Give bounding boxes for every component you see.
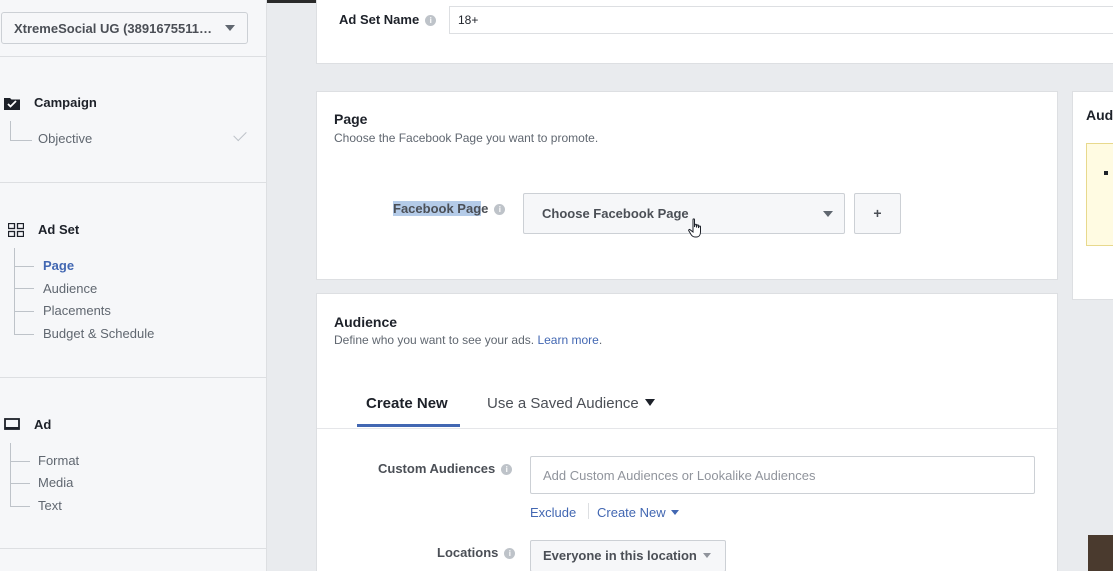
locations-select[interactable]: Everyone in this location xyxy=(530,540,726,571)
info-icon: i xyxy=(501,464,513,476)
tab-saved-audience-label: Use a Saved Audience xyxy=(487,395,639,412)
tree-branch xyxy=(14,311,34,312)
hand-cursor-icon xyxy=(688,218,706,243)
tree-branch xyxy=(10,483,30,484)
tree-branch xyxy=(14,288,34,289)
tabs-divider xyxy=(317,428,1057,429)
active-tab-indicator xyxy=(357,424,460,427)
caret-down-icon xyxy=(644,399,655,406)
page-section-description: Choose the Facebook Page you want to pro… xyxy=(334,131,599,145)
sidebar-item-budget-schedule[interactable]: Budget & Schedule xyxy=(43,326,154,341)
tree-line xyxy=(10,443,11,506)
audience-description-period: . xyxy=(598,333,603,347)
facebook-page-label-highlight: Facebook Pag xyxy=(393,201,482,216)
chevron-down-icon xyxy=(225,25,235,31)
tree-branch xyxy=(10,140,32,141)
sidebar-item-page[interactable]: Page xyxy=(43,258,74,273)
create-new-audience-link[interactable]: Create New xyxy=(597,505,679,520)
facebook-page-label: Facebook Page i xyxy=(393,201,506,216)
add-page-button[interactable]: + xyxy=(854,193,901,234)
audience-size-title: Aud xyxy=(1086,107,1113,123)
sidebar-item-media[interactable]: Media xyxy=(38,475,73,490)
tree-line xyxy=(14,248,15,334)
caret-down-icon xyxy=(702,553,711,558)
audience-description-text: Define who you want to see your ads. xyxy=(334,333,538,347)
bullet-icon xyxy=(1104,171,1108,175)
sidebar-section-campaign[interactable]: Campaign xyxy=(4,95,97,110)
notice-box xyxy=(1086,143,1113,246)
caret-down-icon xyxy=(670,510,679,515)
custom-audiences-label: Custom Audiences i xyxy=(378,461,513,476)
chevron-down-icon xyxy=(823,211,833,217)
adset-title: Ad Set xyxy=(38,222,80,237)
locations-select-value: Everyone in this location xyxy=(543,548,697,563)
page-panel xyxy=(316,91,1058,280)
info-icon: i xyxy=(504,548,516,560)
account-name: XtremeSocial UG (3891675511… xyxy=(14,20,213,36)
sidebar-item-objective[interactable]: Objective xyxy=(38,131,92,146)
sidebar-item-text[interactable]: Text xyxy=(38,498,62,513)
audience-section-title: Audience xyxy=(334,314,398,330)
adset-name-label-text: Ad Set Name xyxy=(339,12,420,27)
sidebar: XtremeSocial UG (3891675511… Campaign Ob… xyxy=(0,0,267,571)
campaign-check-icon xyxy=(4,96,20,110)
tree-line xyxy=(10,121,11,140)
preview-thumbnail xyxy=(1088,535,1113,571)
create-new-audience-text: Create New xyxy=(597,505,666,520)
exclude-link[interactable]: Exclude xyxy=(530,505,576,520)
tree-branch xyxy=(10,506,30,507)
facebook-page-label-rest: e xyxy=(481,201,489,216)
locations-label: Locations i xyxy=(437,545,516,560)
campaign-title: Campaign xyxy=(34,95,97,110)
tab-create-new[interactable]: Create New xyxy=(366,395,448,412)
sidebar-divider xyxy=(0,56,267,57)
adset-name-label: Ad Set Name i xyxy=(339,12,437,27)
sidebar-item-format[interactable]: Format xyxy=(38,453,79,468)
tree-branch xyxy=(14,334,34,335)
sidebar-item-placements[interactable]: Placements xyxy=(43,303,111,318)
sidebar-divider xyxy=(0,548,267,549)
locations-label-text: Locations xyxy=(437,545,499,560)
sidebar-divider xyxy=(0,182,267,183)
ad-monitor-icon xyxy=(4,417,20,432)
adset-grid-icon xyxy=(7,222,25,237)
sidebar-item-audience[interactable]: Audience xyxy=(43,281,97,296)
tab-saved-audience[interactable]: Use a Saved Audience xyxy=(487,395,655,412)
audience-section-description: Define who you want to see your ads. Lea… xyxy=(334,333,602,347)
tree-branch xyxy=(14,266,34,267)
ad-title: Ad xyxy=(34,417,52,432)
info-icon: i xyxy=(494,204,506,216)
facebook-page-select[interactable]: Choose Facebook Page xyxy=(523,193,845,234)
info-icon: i xyxy=(425,15,437,27)
account-select[interactable]: XtremeSocial UG (3891675511… xyxy=(1,12,248,44)
sidebar-section-adset[interactable]: Ad Set xyxy=(7,222,80,237)
custom-audiences-label-text: Custom Audiences xyxy=(378,461,496,476)
sidebar-section-ad[interactable]: Ad xyxy=(4,417,51,432)
facebook-page-select-value: Choose Facebook Page xyxy=(542,206,689,221)
link-separator xyxy=(588,503,589,519)
checkmark-icon xyxy=(233,127,247,142)
custom-audiences-input[interactable] xyxy=(530,456,1035,494)
sidebar-divider xyxy=(0,377,267,378)
adset-name-input[interactable]: 18+ xyxy=(449,6,1113,34)
learn-more-link[interactable]: Learn more xyxy=(537,333,598,347)
page-section-title: Page xyxy=(334,111,368,127)
tree-branch xyxy=(10,461,30,462)
